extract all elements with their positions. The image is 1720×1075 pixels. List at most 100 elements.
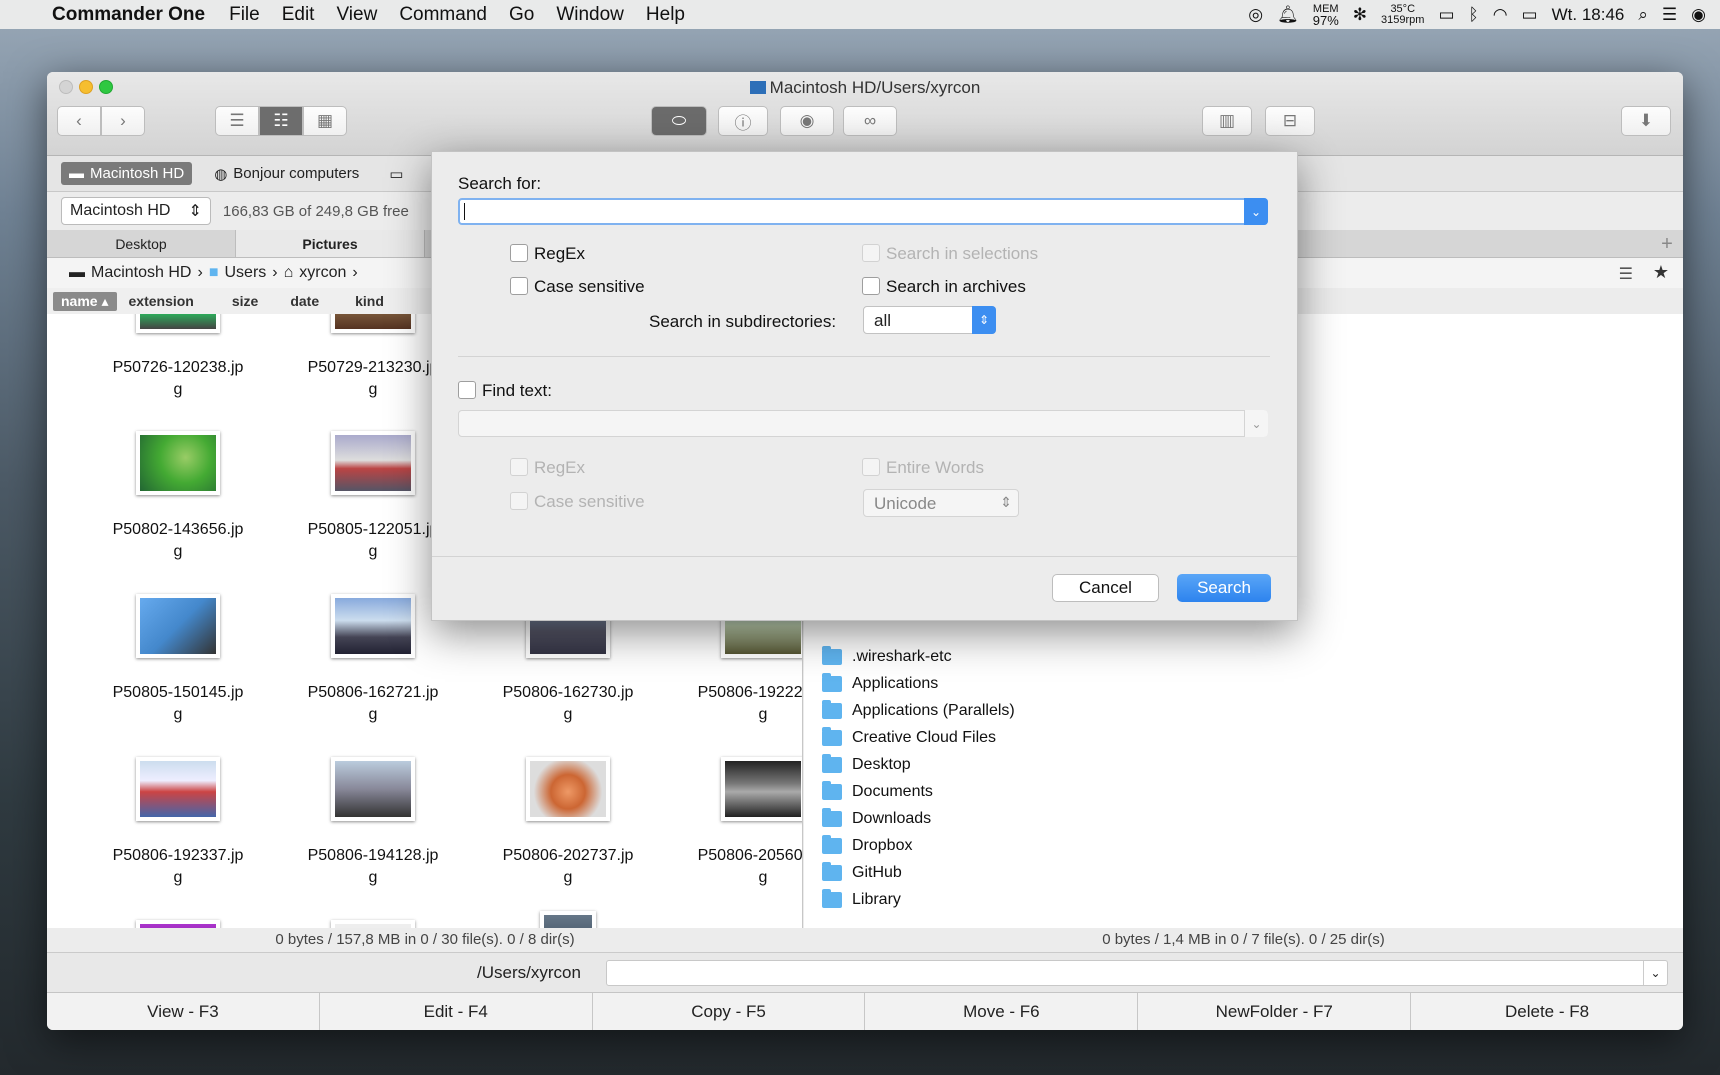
search-in-archives-checkbox[interactable] bbox=[862, 277, 880, 295]
menu-view[interactable]: View bbox=[336, 4, 377, 26]
add-tab-button[interactable]: + bbox=[1651, 230, 1683, 257]
display-icon[interactable]: ▭ bbox=[1438, 5, 1454, 25]
tab-desktop[interactable]: Desktop bbox=[47, 230, 236, 257]
chevron-right-icon: › bbox=[120, 111, 126, 130]
chevron-down-icon[interactable]: ⌄ bbox=[1643, 961, 1667, 985]
file-thumbnail[interactable] bbox=[281, 920, 465, 928]
wifi-icon[interactable]: ◠ bbox=[1493, 5, 1508, 25]
notification-center-icon[interactable]: ☰ bbox=[1662, 5, 1677, 25]
mem-indicator[interactable]: MEM 97% bbox=[1313, 3, 1339, 27]
temp-indicator[interactable]: 35°C 3159rpm bbox=[1381, 3, 1424, 26]
search-in-selections-checkbox[interactable] bbox=[862, 244, 880, 262]
file-thumbnail[interactable] bbox=[86, 920, 270, 928]
column-kind[interactable]: kind bbox=[355, 293, 384, 309]
file-thumbnail[interactable]: P50726-120238.jp g bbox=[86, 314, 270, 401]
clock[interactable]: Wt. 18:46 bbox=[1552, 5, 1625, 25]
volume-select[interactable]: Macintosh HD ⇕ bbox=[61, 197, 211, 225]
notification-bell-icon[interactable]: 🔔︎ bbox=[1277, 5, 1299, 25]
search-button[interactable]: ∞ bbox=[843, 106, 897, 136]
breadcrumb-xyrcon[interactable]: xyrcon bbox=[299, 264, 346, 282]
tab-pictures[interactable]: Pictures bbox=[236, 230, 425, 257]
case-sensitive-text-checkbox[interactable] bbox=[510, 492, 528, 510]
file-thumbnail[interactable]: P50806-194128.jp g bbox=[281, 757, 465, 889]
menu-help[interactable]: Help bbox=[646, 4, 685, 26]
command-line: /Users/xyrcon ⌄ bbox=[47, 952, 1683, 992]
copy-f5-button[interactable]: Copy - F5 bbox=[593, 993, 866, 1030]
case-sensitive-checkbox[interactable] bbox=[510, 277, 528, 295]
search-submit-button[interactable]: Search bbox=[1177, 574, 1271, 602]
column-name[interactable]: name ▴ bbox=[53, 291, 117, 311]
back-button[interactable]: ‹ bbox=[57, 106, 101, 136]
list-item[interactable]: Dropbox bbox=[822, 835, 912, 855]
drive-bonjour[interactable]: ◍ Bonjour computers bbox=[206, 162, 367, 186]
column-date[interactable]: date bbox=[290, 293, 319, 309]
connect-button[interactable]: ⊟ bbox=[1265, 106, 1315, 136]
list-item[interactable]: Library bbox=[822, 889, 901, 909]
menu-file[interactable]: File bbox=[229, 4, 260, 26]
battery-icon[interactable]: ▭ bbox=[1522, 5, 1538, 25]
newfolder-f7-button[interactable]: NewFolder - F7 bbox=[1138, 993, 1412, 1030]
forward-button[interactable]: › bbox=[101, 106, 145, 136]
app-name-menu[interactable]: Commander One bbox=[52, 4, 205, 26]
search-in-selections-label: Search in selections bbox=[886, 244, 1039, 263]
delete-f8-button[interactable]: Delete - F8 bbox=[1411, 993, 1683, 1030]
file-thumbnail[interactable]: P50806-205608.jpg bbox=[671, 757, 802, 889]
breadcrumb-users[interactable]: Users bbox=[224, 264, 266, 282]
detail-view-button[interactable]: ☷ bbox=[259, 106, 303, 136]
bluetooth-icon[interactable]: ᛒ bbox=[1469, 5, 1479, 25]
menu-edit[interactable]: Edit bbox=[282, 4, 315, 26]
breadcrumb-macintosh-hd[interactable]: Macintosh HD bbox=[91, 264, 191, 282]
list-item[interactable]: Applications (Parallels) bbox=[822, 700, 1015, 720]
list-item[interactable]: Documents bbox=[822, 781, 933, 801]
file-thumbnail[interactable] bbox=[476, 911, 660, 928]
file-thumbnail[interactable]: P50806-192337.jp g bbox=[86, 757, 270, 889]
file-thumbnail[interactable]: P50805-150145.jp g bbox=[86, 594, 270, 726]
move-f6-button[interactable]: Move - F6 bbox=[865, 993, 1139, 1030]
column-extension[interactable]: extension bbox=[129, 293, 194, 309]
quick-view-button[interactable]: ◉ bbox=[780, 106, 834, 136]
column-size[interactable]: size bbox=[232, 293, 258, 309]
status-menus: ◎ 🔔︎ MEM 97% ✻ 35°C 3159rpm ▭ ᛒ ◠ ▭ Wt. 18… bbox=[1248, 0, 1706, 29]
subdirectories-select[interactable]: all ⇕ bbox=[863, 306, 996, 334]
list-item[interactable]: Applications bbox=[822, 673, 938, 693]
entire-words-checkbox[interactable] bbox=[862, 458, 880, 476]
info-button[interactable]: ⓘ bbox=[718, 106, 768, 136]
command-input[interactable]: ⌄ bbox=[606, 960, 1668, 986]
search-input[interactable]: ⌄ bbox=[458, 198, 1268, 225]
list-item[interactable]: Downloads bbox=[822, 808, 931, 828]
info-icon: ⓘ bbox=[734, 113, 752, 133]
star-icon[interactable]: ★ bbox=[1653, 262, 1669, 283]
archive-button[interactable]: ▥ bbox=[1202, 106, 1252, 136]
drive-other[interactable]: ▭ bbox=[381, 162, 411, 186]
menu-go[interactable]: Go bbox=[509, 4, 534, 26]
encoding-select[interactable]: Unicode ⇕ bbox=[863, 489, 1019, 517]
file-thumbnail[interactable]: P50802-143656.jp g bbox=[86, 431, 270, 563]
spotlight-search-icon[interactable]: ⌕ bbox=[1638, 5, 1648, 25]
thumbnail-view-button[interactable]: ▦ bbox=[303, 106, 347, 136]
view-f3-button[interactable]: View - F3 bbox=[47, 993, 320, 1030]
regex-checkbox[interactable] bbox=[510, 244, 528, 262]
list-item[interactable]: Creative Cloud Files bbox=[822, 727, 996, 747]
list-item[interactable]: .wireshark-etc bbox=[822, 646, 952, 666]
fan-icon[interactable]: ✻ bbox=[1353, 5, 1367, 25]
find-text-checkbox[interactable] bbox=[458, 381, 476, 399]
list-item[interactable]: GitHub bbox=[822, 862, 902, 882]
chevron-down-icon[interactable]: ⌄ bbox=[1244, 198, 1268, 225]
list-icon[interactable]: ☰ bbox=[1619, 264, 1633, 284]
toggle-hidden-button[interactable]: ⬭ bbox=[651, 106, 707, 136]
edit-f4-button[interactable]: Edit - F4 bbox=[320, 993, 593, 1030]
list-item[interactable]: Desktop bbox=[822, 754, 911, 774]
creative-cloud-icon[interactable]: ◎ bbox=[1248, 5, 1263, 25]
find-text-input[interactable]: ⌄ bbox=[458, 410, 1268, 437]
menu-command[interactable]: Command bbox=[399, 4, 487, 26]
regex-text-checkbox[interactable] bbox=[510, 458, 528, 476]
text-cursor bbox=[464, 203, 465, 220]
drive-macintosh-hd[interactable]: ▬ Macintosh HD bbox=[61, 162, 193, 185]
cancel-button[interactable]: Cancel bbox=[1052, 574, 1159, 602]
chevron-down-icon[interactable]: ⌄ bbox=[1244, 410, 1268, 437]
list-view-button[interactable]: ☰ bbox=[215, 106, 259, 136]
user-icon[interactable]: ◉ bbox=[1691, 5, 1706, 25]
download-button[interactable]: ⬇ bbox=[1621, 106, 1671, 136]
menu-window[interactable]: Window bbox=[556, 4, 624, 26]
file-thumbnail[interactable]: P50806-202737.jp g bbox=[476, 757, 660, 889]
